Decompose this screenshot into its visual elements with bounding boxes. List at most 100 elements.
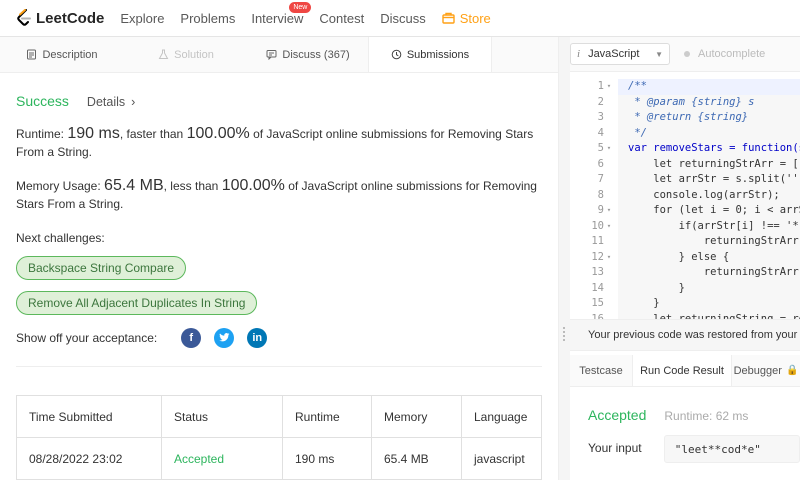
code-editor[interactable]: 1 ▾/** 2 * @param {string} s3 * @return {s… <box>570 79 800 319</box>
code-line[interactable]: 12 ▾ } else { <box>570 250 800 266</box>
code-text: returningStrArr.push(arrStr[i]); <box>703 235 800 247</box>
top-navbar: LeetCode Explore Problems Interview New … <box>0 0 800 37</box>
tab-debugger[interactable]: Debugger 🔒 <box>732 355 800 386</box>
drag-handle-icon[interactable] <box>563 327 565 341</box>
nav-explore[interactable]: Explore <box>120 11 164 26</box>
autocomplete-toggle[interactable]: Autocomplete <box>684 48 765 60</box>
fold-arrow-icon[interactable] <box>604 312 614 320</box>
input-value-box: "leet**cod*e" <box>663 435 800 463</box>
language-select[interactable]: i JavaScript ▼ <box>570 43 670 65</box>
tab-discuss-label: Discuss (367) <box>282 48 350 61</box>
challenge-chip[interactable]: Backspace String Compare <box>16 256 187 280</box>
brand[interactable]: LeetCode <box>16 9 104 27</box>
fold-arrow-icon[interactable] <box>604 296 614 312</box>
fold-arrow-icon[interactable] <box>604 95 614 111</box>
code-text: /** <box>628 80 647 92</box>
fold-arrow-icon[interactable] <box>604 234 614 250</box>
fold-arrow-icon[interactable]: ▾ <box>604 219 614 235</box>
code-line[interactable]: 9▾ for (let i = 0; i < arrStr.length; i+… <box>570 203 800 219</box>
line-number: 14 <box>591 281 604 294</box>
code-text: } <box>628 281 685 294</box>
code-text: let arrStr = s.split(''); <box>628 173 800 185</box>
code-line[interactable]: 15 } <box>570 296 800 312</box>
fold-arrow-icon[interactable]: ▾ <box>604 79 614 95</box>
tab-solution-label: Solution <box>174 48 214 61</box>
tab-submissions-label: Submissions <box>406 48 470 61</box>
fold-arrow-icon[interactable]: ▾ <box>604 141 614 157</box>
toggle-dot-icon <box>684 51 690 57</box>
nav-store[interactable]: Store <box>442 11 491 26</box>
table-row: 08/28/2022 23:02 Accepted 190 ms 65.4 MB… <box>16 437 542 480</box>
code-line[interactable]: 16 let returningString = returningStrArr… <box>570 312 800 320</box>
status-cell[interactable]: Accepted <box>161 437 283 480</box>
gutter-gap <box>614 95 628 111</box>
code-line[interactable]: 8 console.log(arrStr); <box>570 188 800 204</box>
brand-name: LeetCode <box>36 9 105 27</box>
fold-arrow-icon[interactable] <box>604 126 614 142</box>
code-line[interactable]: 1 ▾ /** <box>570 79 800 95</box>
fold-arrow-icon[interactable] <box>604 172 614 188</box>
code-line[interactable]: 11 returningStrArr.push(arrStr[i]); <box>570 234 800 250</box>
language-cell: javascript <box>461 437 542 480</box>
fold-arrow-icon[interactable] <box>604 110 614 126</box>
time-submitted-cell: 08/28/2022 23:02 <box>16 437 162 480</box>
tab-run-code-result[interactable]: Run Code Result <box>632 355 732 386</box>
gutter-gap <box>614 265 628 281</box>
fold-arrow-icon[interactable] <box>604 157 614 173</box>
code-line[interactable]: 2 * @param {string} s <box>570 95 800 111</box>
column-header: Runtime <box>282 395 372 438</box>
code-line[interactable]: 3 * @return {string} <box>570 110 800 126</box>
console-tabs: Testcase Run Code Result Debugger 🔒 <box>570 355 800 387</box>
code-text: console.log(arrStr); <box>628 188 780 201</box>
nav-store-label: Store <box>459 10 491 26</box>
gutter-gap <box>614 219 628 235</box>
line-number: 7 <box>597 173 604 185</box>
code-line[interactable]: 13 returningStrArr.pop(); <box>570 265 800 281</box>
nav-problems[interactable]: Problems <box>180 11 235 26</box>
nav-interview[interactable]: Interview New <box>251 1 312 26</box>
tab-discuss[interactable]: Discuss (367) <box>248 37 368 72</box>
nav-discuss[interactable]: Discuss <box>380 11 426 26</box>
tab-submissions[interactable]: Submissions <box>368 37 492 72</box>
chat-icon <box>266 50 277 60</box>
language-value: JavaScript <box>588 48 640 60</box>
twitter-icon[interactable] <box>214 328 235 348</box>
fold-arrow-icon[interactable] <box>604 265 614 281</box>
details-link[interactable]: Details <box>87 95 125 109</box>
linkedin-icon[interactable]: in <box>247 328 268 348</box>
code-line[interactable]: 6 let returningStrArr = []; <box>570 157 800 173</box>
code-text: if(arrStr[i] !== '*') { <box>678 219 800 232</box>
code-line[interactable]: 10▾ if(arrStr[i] !== '*') { <box>570 219 800 235</box>
fold-arrow-icon[interactable] <box>604 281 614 297</box>
line-number: 12 <box>591 250 604 263</box>
challenge-chip[interactable]: Remove All Adjacent Duplicates In String <box>16 291 258 315</box>
submission-result: Success Details › Runtime: 190 ms, faste… <box>0 93 558 367</box>
runtime-percentile: 100.00% <box>186 125 250 142</box>
line-number: 15 <box>591 297 604 309</box>
column-header: Language <box>461 395 542 438</box>
fold-arrow-icon[interactable]: ▾ <box>604 203 614 219</box>
code-line[interactable]: 4 */ <box>570 126 800 142</box>
nav-contest[interactable]: Contest <box>319 11 364 26</box>
fold-arrow-icon[interactable] <box>604 188 614 204</box>
line-number: 13 <box>591 266 604 278</box>
memory-stat: Memory Usage: 65.4 MB, less than 100.00%… <box>16 177 542 213</box>
tab-testcase[interactable]: Testcase <box>570 355 632 386</box>
line-number: 5 <box>597 142 604 154</box>
gutter-gap <box>614 281 628 297</box>
code-line[interactable]: 5▾ var removeStars = function(s) { <box>570 141 800 157</box>
fold-arrow-icon[interactable]: ▾ <box>604 250 614 266</box>
line-number: 8 <box>597 188 604 201</box>
tab-description[interactable]: Description <box>0 37 124 72</box>
tab-solution[interactable]: Solution <box>124 37 248 72</box>
chevron-right-icon[interactable]: › <box>131 95 135 109</box>
code-line[interactable]: 14 } <box>570 281 800 297</box>
gutter-gap <box>614 296 628 312</box>
facebook-icon[interactable]: f <box>181 328 202 348</box>
panel-splitter[interactable] <box>558 37 570 480</box>
line-number: 4 <box>597 126 604 139</box>
caret-down-icon: ▼ <box>655 49 663 59</box>
store-icon <box>442 12 455 24</box>
code-line[interactable]: 7 let arrStr = s.split(''); <box>570 172 800 188</box>
leetcode-logo-icon <box>17 9 31 26</box>
